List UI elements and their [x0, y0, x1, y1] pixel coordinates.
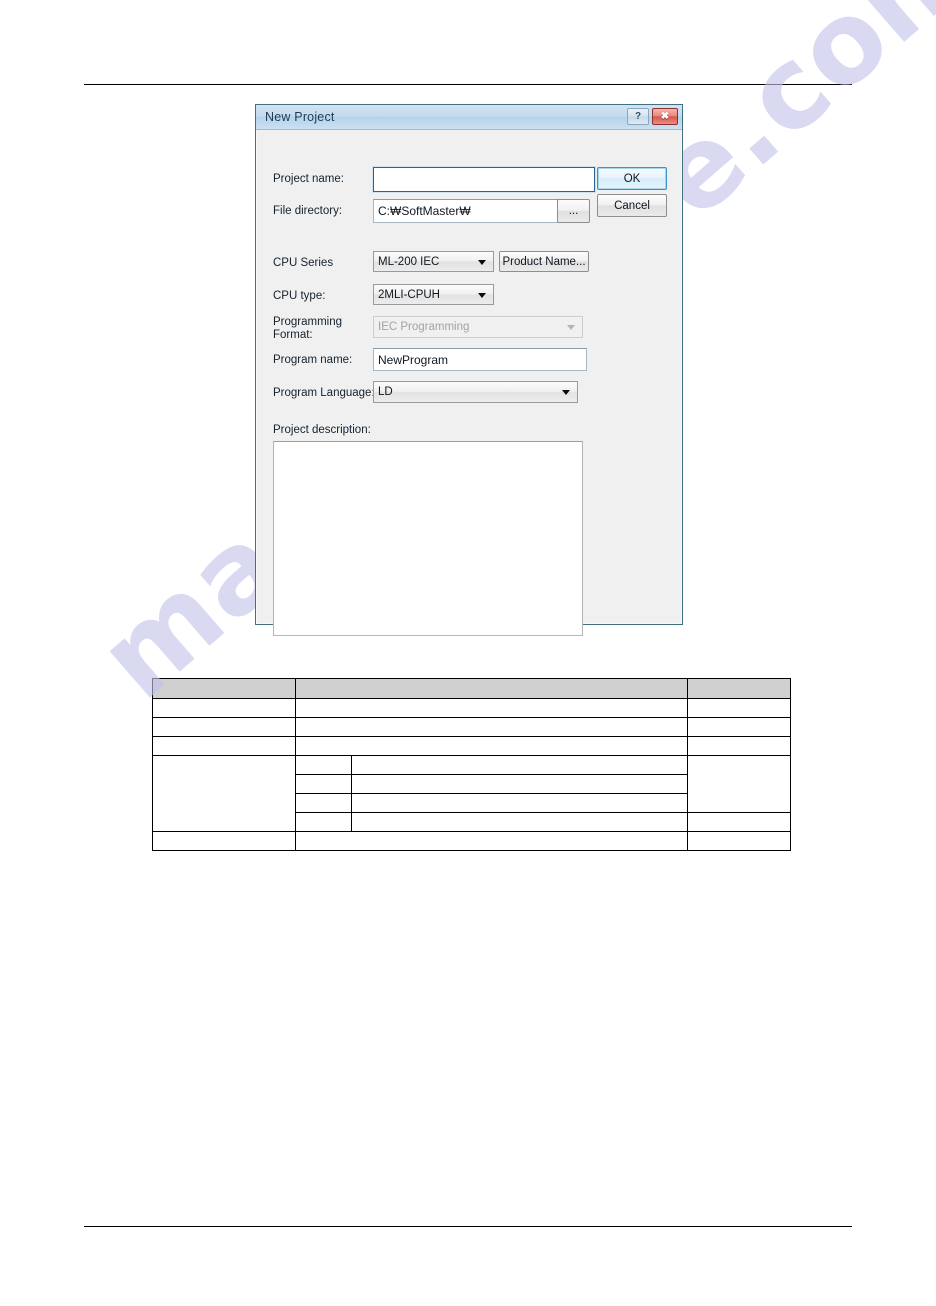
new-project-dialog: New Project ? ✖ Project name: File direc… [255, 104, 683, 636]
table-cell [687, 717, 791, 737]
dialog-title: New Project [265, 110, 335, 124]
cpu-series-select[interactable]: ML-200 IEC [373, 251, 494, 272]
programming-format-label: Programming Format: [273, 316, 342, 342]
table-cell [295, 774, 352, 794]
project-description-label: Project description: [273, 424, 371, 436]
table-row [152, 698, 791, 718]
cpu-type-label: CPU type: [273, 290, 326, 302]
program-language-value: LD [378, 386, 393, 398]
file-directory-input[interactable]: C:₩SoftMaster₩ [373, 199, 559, 223]
table-cell [351, 755, 688, 775]
table-row [152, 717, 791, 737]
table-cell [295, 717, 688, 737]
table-cell [295, 812, 352, 832]
table-cell [295, 793, 352, 813]
programming-format-select[interactable]: IEC Programming [373, 316, 583, 338]
cpu-type-value: 2MLI-CPUH [378, 288, 440, 301]
spec-table [152, 678, 791, 851]
table-cell [295, 831, 688, 851]
browse-button[interactable]: ... [557, 199, 590, 223]
table-cell [152, 831, 296, 851]
table-cell [152, 717, 296, 737]
ok-button[interactable]: OK [597, 167, 667, 190]
table-row [152, 831, 791, 851]
page-footer-rule [84, 1226, 852, 1227]
table-header-cell [687, 678, 791, 699]
close-icon[interactable]: ✖ [652, 108, 678, 125]
table-header-row [152, 678, 791, 699]
table-cell [687, 831, 791, 851]
file-directory-label: File directory: [273, 205, 343, 217]
table-cell-merged [687, 755, 791, 813]
program-language-select[interactable]: LD [373, 381, 578, 403]
page-header-rule [84, 84, 852, 85]
chevron-down-icon [567, 325, 575, 330]
cancel-button[interactable]: Cancel [597, 194, 667, 217]
table-row [152, 755, 791, 832]
table-cell [295, 698, 688, 718]
titlebar-button-group: ? ✖ [627, 108, 678, 125]
table-cell [687, 736, 791, 756]
table-cell [351, 774, 688, 794]
table-cell-merged [152, 755, 296, 832]
programming-format-value: IEC Programming [378, 321, 470, 333]
program-name-label: Program name: [273, 354, 353, 366]
table-cell [295, 755, 352, 775]
dialog-body: Project name: File directory: C:₩SoftMas… [256, 130, 682, 636]
cpu-series-value: ML-200 IEC [378, 255, 440, 268]
table-cell [351, 793, 688, 813]
product-name-button[interactable]: Product Name... [499, 251, 589, 272]
chevron-down-icon [478, 259, 486, 265]
project-name-label: Project name: [273, 173, 344, 185]
project-name-input[interactable] [373, 167, 595, 192]
table-cell [351, 812, 688, 832]
table-cell [687, 698, 791, 718]
table-cell [152, 698, 296, 718]
cpu-type-select[interactable]: 2MLI-CPUH [373, 284, 494, 305]
dialog-titlebar: New Project ? ✖ [256, 105, 682, 130]
program-language-label: Program Language: [273, 387, 375, 399]
cpu-series-label: CPU Series [273, 257, 334, 269]
chevron-down-icon [562, 390, 570, 395]
program-name-input[interactable]: NewProgram [373, 348, 587, 371]
chevron-down-icon [478, 292, 486, 298]
table-header-cell [152, 678, 296, 699]
help-icon[interactable]: ? [627, 108, 649, 125]
programming-format-label-line2: Format: [273, 329, 313, 341]
table-cell [152, 736, 296, 756]
table-row [152, 736, 791, 756]
table-header-cell [295, 678, 688, 699]
table-cell [687, 812, 791, 832]
project-description-textarea[interactable] [273, 441, 583, 636]
table-cell [295, 736, 688, 756]
programming-format-label-line1: Programming [273, 316, 343, 328]
